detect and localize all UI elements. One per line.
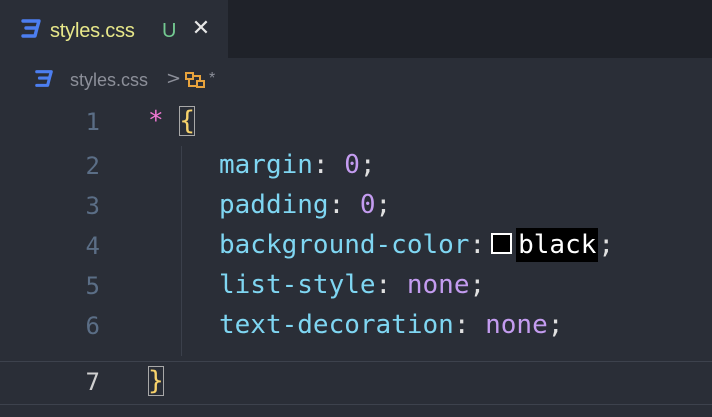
css-icon [21, 19, 41, 38]
line-number: 5 [85, 272, 100, 300]
css-property: text-decoration [219, 310, 454, 340]
code-line-1[interactable]: 1 * { [0, 104, 712, 144]
code-line-5[interactable]: 5 list-style: none; [0, 268, 712, 308]
line-number: 3 [85, 192, 100, 220]
css-value: 0 [344, 150, 360, 180]
close-icon[interactable]: ✕ [187, 15, 215, 43]
colon: : [312, 150, 329, 180]
css-icon [35, 70, 53, 87]
css-selector-icon [185, 72, 205, 88]
colon: : [328, 190, 345, 220]
line-number: 7 [85, 368, 100, 396]
breadcrumb-symbol[interactable]: * [209, 70, 215, 88]
breadcrumb-separator: > [166, 68, 182, 89]
colon: : [375, 270, 392, 300]
css-property: background-color [219, 230, 470, 260]
tab-styles-css[interactable]: styles.css U ✕ [0, 0, 228, 59]
line-number: 4 [85, 232, 100, 260]
css-value: 0 [359, 190, 376, 220]
line-content: text-decoration: none; [219, 310, 563, 340]
semicolon: ; [375, 190, 392, 220]
css-property: padding [219, 190, 329, 220]
close-brace: } [148, 366, 164, 396]
code-line-4[interactable]: 4 background-color: black; [0, 228, 712, 268]
line-content: } [148, 366, 164, 396]
semicolon: ; [547, 310, 564, 340]
selector: * [148, 106, 164, 136]
line-number: 2 [85, 152, 100, 180]
code-line-2[interactable]: 2 margin: 0; [0, 148, 712, 188]
code-area[interactable]: 1 * { 2 margin: 0; 3 padding: 0; 4 backg… [0, 104, 712, 417]
code-line-7[interactable]: 7 } [0, 364, 712, 404]
semicolon: ; [359, 150, 376, 180]
line-number: 1 [85, 108, 100, 136]
line-content: * { [148, 106, 195, 136]
code-line-3[interactable]: 3 padding: 0; [0, 188, 712, 228]
semicolon: ; [469, 270, 486, 300]
line-number: 6 [85, 312, 100, 340]
open-brace: { [179, 106, 195, 136]
css-property: margin [219, 150, 313, 180]
line-content: background-color: black; [219, 228, 615, 262]
css-value: black [516, 228, 599, 262]
color-swatch[interactable] [491, 233, 513, 254]
semicolon: ; [598, 230, 615, 260]
line-content: list-style: none; [219, 270, 485, 300]
colon: : [469, 230, 486, 260]
git-status-badge: U [162, 20, 177, 42]
colon: : [453, 310, 470, 340]
css-value: none [485, 310, 548, 340]
tab-bar: styles.css U ✕ [0, 0, 712, 59]
line-content: margin: 0; [219, 150, 376, 180]
tab-filename: styles.css [50, 20, 135, 42]
css-property: list-style [219, 270, 376, 300]
code-editor: styles.css U ✕ styles.css > * 1 * { 2 ma… [0, 0, 712, 417]
css-value: none [406, 270, 470, 300]
code-line-6[interactable]: 6 text-decoration: none; [0, 308, 712, 348]
line-content: padding: 0; [219, 190, 391, 220]
breadcrumb-file[interactable]: styles.css [70, 70, 148, 91]
